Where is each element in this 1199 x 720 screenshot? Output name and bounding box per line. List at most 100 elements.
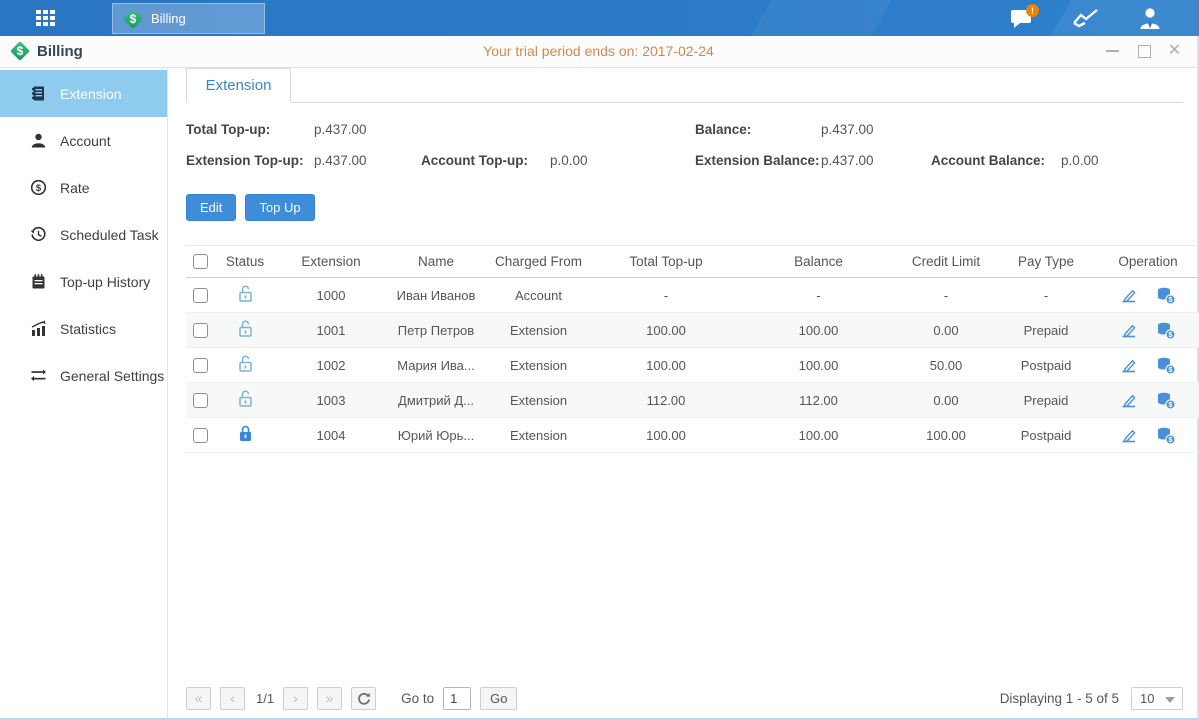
edit-row-button[interactable] [1120,356,1138,374]
tab-extension[interactable]: Extension [186,68,291,103]
page-size-select[interactable]: 10 [1131,687,1183,710]
edit-row-button[interactable] [1120,321,1138,339]
col-pay-type: Pay Type [996,254,1096,269]
minimize-icon[interactable] [1104,42,1121,59]
status-lock [214,319,276,341]
total-topup-value: p.437.00 [314,122,367,137]
top-up-button[interactable]: Top Up [245,194,314,221]
cell-balance: 100.00 [741,358,896,373]
cell-name: Дмитрий Д... [386,393,486,408]
window-titlebar: $ Billing Your trial period ends on: 201… [0,36,1199,68]
account-balance-label: Account Balance: [931,153,1045,168]
lock-open-icon [237,389,254,408]
sidebar-item-extension[interactable]: Extension [0,70,167,117]
sidebar-item-statistics[interactable]: Statistics [0,305,167,352]
top-up-row-button[interactable]: $ [1156,356,1176,375]
displaying-count: Displaying 1 - 5 of 5 [1000,691,1119,706]
bar-chart-icon [30,320,47,337]
maximize-icon[interactable] [1135,42,1152,59]
select-all-checkbox[interactable] [193,254,208,269]
row-checkbox[interactable] [193,358,208,373]
lock-open-icon [237,354,254,373]
col-status: Status [214,254,276,269]
top-up-row-button[interactable]: $ [1156,321,1176,340]
cell-name: Иван Иванов [386,288,486,303]
pencil-icon [1120,426,1138,444]
edit-button[interactable]: Edit [186,194,236,221]
first-page-button[interactable]: « [186,687,211,710]
cell-operation: $ [1096,321,1199,340]
notebook-icon [30,273,47,290]
top-up-row-button[interactable]: $ [1156,286,1176,305]
cell-name: Петр Петров [386,323,486,338]
edit-row-button[interactable] [1120,391,1138,409]
cell-balance: - [741,288,896,303]
messages-icon[interactable]: ! [1003,3,1041,33]
status-lock [214,354,276,376]
extension-balance-label: Extension Balance: [695,153,820,168]
edit-row-button[interactable] [1120,286,1138,304]
cell-charged-from: Extension [486,323,591,338]
prev-page-button[interactable]: ‹ [220,687,245,710]
extension-balance-value: p.437.00 [821,153,874,168]
row-checkbox[interactable] [193,393,208,408]
balance-value: p.437.00 [821,122,874,137]
sidebar-item-scheduled-task[interactable]: Scheduled Task [0,211,167,258]
apps-grid-icon[interactable] [36,10,70,26]
goto-page-input[interactable] [443,687,471,710]
col-credit-limit: Credit Limit [896,254,996,269]
cell-extension: 1001 [276,323,386,338]
user-account-icon[interactable] [1131,3,1169,33]
sidebar: Extension Account $ Rate Scheduled Task [0,68,168,718]
row-checkbox[interactable] [193,323,208,338]
resource-monitor-icon[interactable] [1067,3,1105,33]
row-checkbox[interactable] [193,428,208,443]
cell-total-topup: 100.00 [591,428,741,443]
sidebar-item-label: General Settings [60,368,164,384]
cell-total-topup: 112.00 [591,393,741,408]
billing-summary: Total Top-up: p.437.00 Balance: p.437.00… [186,120,1183,184]
cell-pay-type: Prepaid [996,393,1096,408]
pencil-icon [1120,286,1138,304]
pencil-icon [1120,356,1138,374]
cell-credit-limit: 0.00 [896,393,996,408]
goto-label: Go to [401,691,434,706]
account-topup-label: Account Top-up: [421,153,528,168]
row-checkbox[interactable] [193,288,208,303]
extension-topup-value: p.437.00 [314,153,367,168]
next-page-button[interactable]: › [283,687,308,710]
cell-extension: 1002 [276,358,386,373]
sidebar-item-rate[interactable]: $ Rate [0,164,167,211]
last-page-button[interactable]: » [317,687,342,710]
dollar-coin-icon: $ [30,179,47,196]
close-icon[interactable]: ✕ [1166,42,1183,59]
cell-charged-from: Account [486,288,591,303]
extension-topup-label: Extension Top-up: [186,153,304,168]
cell-pay-type: Postpaid [996,358,1096,373]
coins-dollar-icon: $ [1156,286,1176,305]
edit-row-button[interactable] [1120,426,1138,444]
col-balance: Balance [741,254,896,269]
balance-label: Balance: [695,122,751,137]
sidebar-item-account[interactable]: Account [0,117,167,164]
col-total-topup: Total Top-up [591,254,741,269]
cell-total-topup: 100.00 [591,323,741,338]
refresh-icon[interactable] [351,687,376,710]
top-up-row-button[interactable]: $ [1156,426,1176,445]
top-up-row-button[interactable]: $ [1156,391,1176,410]
taskbar-app-tab-billing[interactable]: $ Billing [112,3,265,34]
cell-balance: 100.00 [741,428,896,443]
table-row: 1003Дмитрий Д...Extension112.00112.000.0… [186,383,1199,418]
coins-dollar-icon: $ [1156,426,1176,445]
lock-open-icon [237,319,254,338]
svg-text:$: $ [36,183,42,194]
cell-pay-type: Postpaid [996,428,1096,443]
lock-open-icon [237,284,254,303]
go-button[interactable]: Go [480,687,517,710]
chevron-down-icon [1165,697,1175,703]
status-lock [214,424,276,446]
sidebar-item-topup-history[interactable]: Top-up History [0,258,167,305]
sidebar-item-general-settings[interactable]: General Settings [0,352,167,399]
main-content: Extension Total Top-up: p.437.00 Balance… [169,68,1197,718]
sidebar-item-label: Statistics [60,321,116,337]
